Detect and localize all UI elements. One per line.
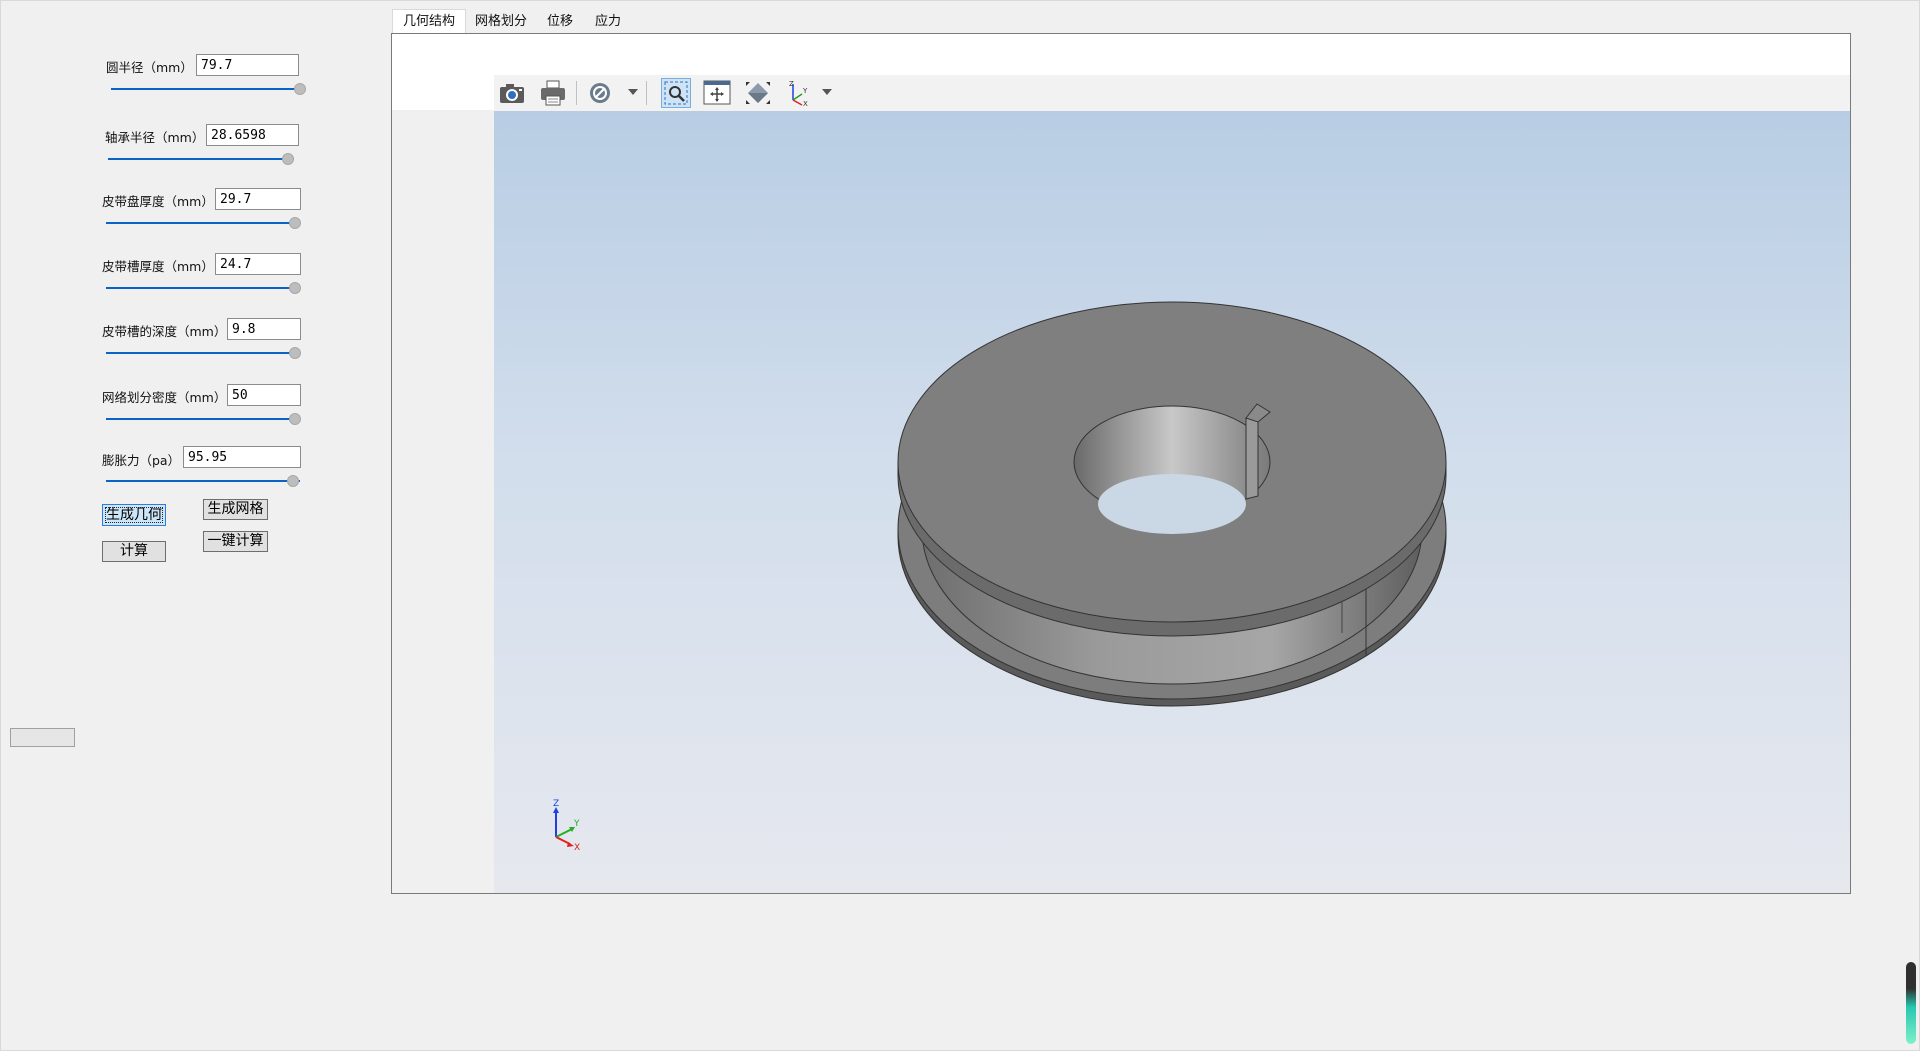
mesh-density-input[interactable] <box>227 384 301 406</box>
collapse-panel-button[interactable] <box>10 728 75 747</box>
slider-track <box>106 352 300 354</box>
viewer-toolbar: ZYX <box>494 75 1850 112</box>
chevron-down-icon[interactable] <box>628 89 638 95</box>
axes-view-icon[interactable]: ZYX <box>784 78 814 108</box>
slider-thumb[interactable] <box>289 282 301 294</box>
toolbar-separator <box>646 81 647 105</box>
param-label-groove-depth: 皮带槽的深度（mm） <box>102 324 227 339</box>
bearing-radius-slider[interactable] <box>108 153 294 165</box>
axis-x-label: X <box>574 843 580 853</box>
zoom-box-icon[interactable] <box>661 78 691 108</box>
tab-meshing[interactable]: 网格划分 <box>465 10 537 34</box>
slider-thumb[interactable] <box>289 347 301 359</box>
param-label-expansion-force: 膨胀力（pa） <box>102 453 181 468</box>
bearing-radius-input[interactable] <box>206 124 299 146</box>
svg-text:Z: Z <box>789 80 794 88</box>
tab-displacement[interactable]: 位移 <box>537 10 583 34</box>
slider-thumb[interactable] <box>289 217 301 229</box>
pulley-thickness-slider[interactable] <box>106 217 301 229</box>
generate-mesh-button[interactable]: 生成网格 <box>203 499 268 520</box>
slider-thumb[interactable] <box>289 413 301 425</box>
circle-radius-input[interactable] <box>196 54 299 76</box>
param-label-bearing-radius: 轴承半径（mm） <box>105 130 205 145</box>
axes-triad-icon: Z Y X <box>553 799 580 853</box>
param-label-pulley-thickness: 皮带盘厚度（mm） <box>102 194 214 209</box>
param-label-mesh-density: 网络划分密度（mm） <box>102 390 227 405</box>
pulley-model <box>897 301 1447 707</box>
axis-z-label: Z <box>553 799 559 809</box>
generate-geometry-button[interactable]: 生成几何 <box>102 504 166 526</box>
tab-geometry[interactable]: 几何结构 <box>392 9 467 35</box>
toolbar-separator <box>576 81 577 105</box>
one-click-compute-button[interactable]: 一键计算 <box>203 531 268 552</box>
fit-all-icon[interactable] <box>702 78 732 108</box>
viewer-margin <box>392 110 494 893</box>
circle-radius-slider[interactable] <box>111 83 306 95</box>
slider-track <box>111 88 301 90</box>
axis-y-label: Y <box>573 819 580 829</box>
groove-thickness-input[interactable] <box>215 253 301 275</box>
slider-track <box>106 222 300 224</box>
param-label-circle-radius: 圆半径（mm） <box>106 60 193 75</box>
chevron-down-icon[interactable] <box>822 89 832 95</box>
slider-track <box>106 480 300 482</box>
slider-track <box>108 158 294 160</box>
svg-text:X: X <box>803 100 808 108</box>
compute-button[interactable]: 计算 <box>102 541 166 562</box>
slider-track <box>106 418 300 420</box>
param-label-groove-thickness: 皮带槽厚度（mm） <box>102 259 214 274</box>
print-icon[interactable] <box>538 78 568 108</box>
3d-viewport[interactable]: Z Y X <box>494 111 1850 893</box>
view-projection-icon[interactable] <box>743 78 773 108</box>
groove-thickness-slider[interactable] <box>106 282 301 294</box>
expansion-force-slider[interactable] <box>106 475 300 487</box>
camera-icon[interactable] <box>497 78 527 108</box>
expansion-force-input[interactable] <box>183 446 301 468</box>
pulley-thickness-input[interactable] <box>215 188 301 210</box>
groove-depth-input[interactable] <box>227 318 301 340</box>
slider-thumb[interactable] <box>294 83 306 95</box>
svg-text:Y: Y <box>802 87 808 95</box>
slider-thumb[interactable] <box>287 475 299 487</box>
mesh-density-slider[interactable] <box>106 413 301 425</box>
groove-depth-slider[interactable] <box>106 347 301 359</box>
level-meter <box>1906 962 1916 1044</box>
clipping-plane-icon[interactable] <box>585 78 615 108</box>
slider-track <box>106 287 300 289</box>
tab-stress[interactable]: 应力 <box>585 10 631 34</box>
slider-thumb[interactable] <box>282 153 294 165</box>
